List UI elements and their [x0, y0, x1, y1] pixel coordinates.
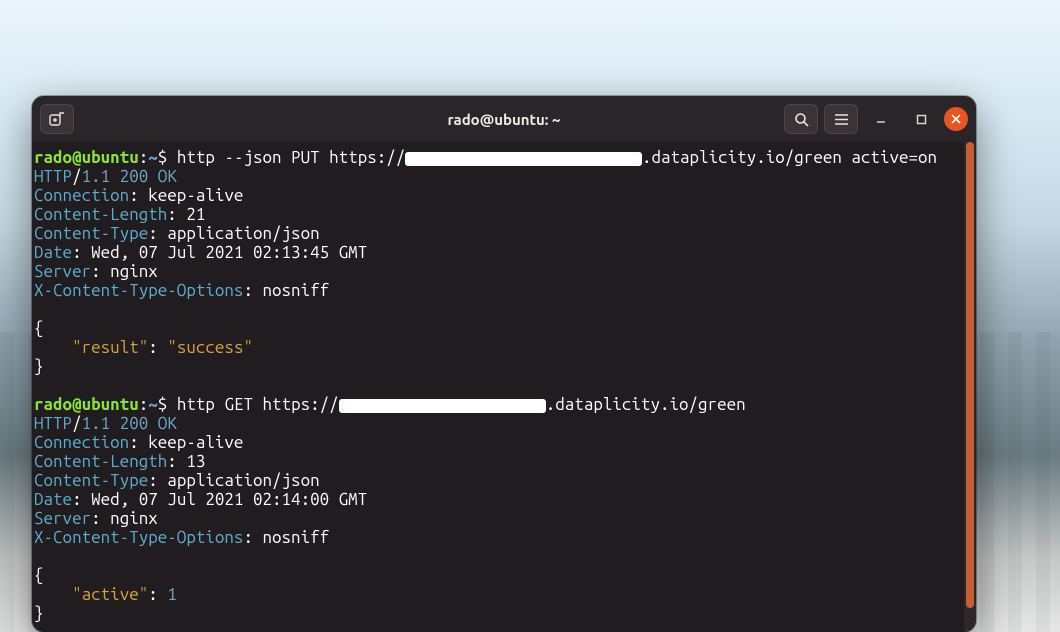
new-tab-icon [49, 112, 65, 126]
terminal-body[interactable]: rado@ubuntu:~$ http --json PUT https://.… [32, 142, 976, 632]
new-tab-button[interactable] [40, 104, 74, 134]
close-button[interactable] [944, 107, 968, 131]
terminal-output: rado@ubuntu:~$ http --json PUT https://.… [34, 146, 974, 625]
minimize-icon [875, 113, 887, 125]
desktop-wallpaper: rado@ubuntu: ~ [0, 0, 1060, 632]
search-icon [794, 112, 809, 127]
redacted-segment [405, 152, 642, 166]
close-icon [951, 114, 961, 124]
terminal-window: rado@ubuntu: ~ [32, 96, 976, 632]
redacted-segment [339, 399, 546, 413]
titlebar: rado@ubuntu: ~ [32, 96, 976, 142]
search-button[interactable] [784, 104, 818, 134]
hamburger-icon [834, 113, 849, 126]
scrollbar-thumb[interactable] [966, 142, 974, 608]
maximize-icon [916, 114, 927, 125]
menu-button[interactable] [824, 104, 858, 134]
maximize-button[interactable] [904, 104, 938, 134]
scrollbar-track[interactable] [964, 142, 976, 632]
minimize-button[interactable] [864, 104, 898, 134]
